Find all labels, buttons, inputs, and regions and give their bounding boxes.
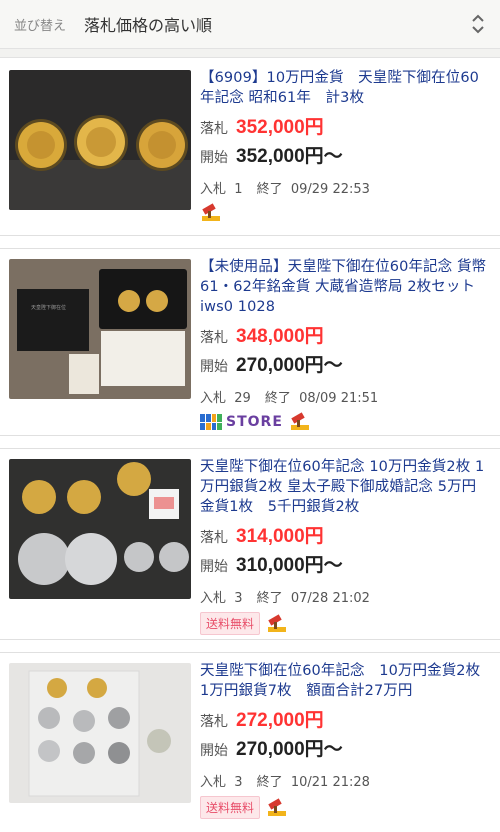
sold-label: 落札 [200,530,228,546]
end-label: 終了 [264,391,291,406]
end-label: 終了 [256,591,283,606]
result-list: 【6909】10万円金貨 天皇陛下御在位60年記念 昭和61年 計3枚 落札 35… [0,58,500,832]
end-label: 終了 [256,775,283,790]
item-thumbnail[interactable] [9,70,191,210]
start-label: 開始 [200,150,228,166]
sort-value[interactable]: 落札価格の高い順 [84,12,212,36]
start-price: 352,000円～ [236,146,343,167]
gavel-hammer-icon [202,203,220,221]
item-thumbnail[interactable] [9,663,191,803]
list-item[interactable]: 【6909】10万円金貨 天皇陛下御在位60年記念 昭和61年 計3枚 落札 35… [0,58,500,236]
sort-bar[interactable]: 並び替え 落札価格の高い順 [0,0,500,49]
store-logo-icon [200,414,222,430]
free-shipping-badge: 送料無料 [200,612,261,635]
sold-price: 348,000円 [236,326,324,347]
gavel-hammer-icon [268,797,287,816]
sold-price: 352,000円 [236,117,324,138]
start-label: 開始 [200,743,228,759]
end-time: 09/29 22:53 [290,182,370,197]
sort-toggle-icon[interactable] [470,12,486,36]
item-title-link[interactable]: 天皇陛下御在位60年記念 10万円金貨2枚 1万円銀貨7枚 額面合計27万円 [200,661,490,701]
start-price: 270,000円～ [236,355,343,376]
item-title-link[interactable]: 天皇陛下御在位60年記念 10万円金貨2枚 1万円銀貨2枚 皇太子殿下御成婚記念… [200,457,490,517]
sold-price: 272,000円 [236,710,324,731]
list-item[interactable]: 天皇陛下御在位60年記念 10万円金貨2枚 1万円銀貨2枚 皇太子殿下御成婚記念… [0,448,500,640]
end-time: 08/09 21:51 [299,391,379,406]
start-price: 310,000円～ [236,555,343,576]
bids-label: 入札 [200,591,227,606]
bids-label: 入札 [200,391,227,406]
store-badge: STORE [200,414,283,430]
sold-label: 落札 [200,714,228,730]
item-thumbnail[interactable]: 天皇陛下御在位 [9,259,191,399]
bids-count: 1 [234,182,243,197]
item-title-link[interactable]: 【未使用品】天皇陛下御在位60年記念 貨幣 61・62年銘金貨 大蔵省造幣局 2… [200,257,490,317]
start-label: 開始 [200,559,228,575]
list-item[interactable]: 天皇陛下御在位 【未使用品】天皇陛下御在位60年記念 貨幣 61・62年銘金貨 … [0,248,500,436]
bids-label: 入札 [200,775,227,790]
free-shipping-badge: 送料無料 [200,796,261,819]
list-item[interactable]: 天皇陛下御在位60年記念 10万円金貨2枚 1万円銀貨7枚 額面合計27万円 落… [0,652,500,832]
end-label: 終了 [256,182,283,197]
sold-label: 落札 [200,121,228,137]
bids-count: 29 [234,391,251,406]
bids-count: 3 [234,591,243,606]
gavel-hammer-icon [268,613,287,632]
end-time: 07/28 21:02 [290,591,370,606]
start-label: 開始 [200,359,228,375]
bids-count: 3 [234,775,243,790]
start-price: 270,000円～ [236,739,343,760]
sold-price: 314,000円 [236,526,324,547]
item-thumbnail[interactable] [9,459,191,599]
sold-label: 落札 [200,330,228,346]
gavel-hammer-icon [290,412,309,430]
svg-text:天皇陛下御在位: 天皇陛下御在位 [31,304,66,311]
bids-label: 入札 [200,182,227,197]
store-label: STORE [226,414,283,430]
sortbar-spacer [0,49,500,58]
sort-label: 並び替え [14,18,67,34]
item-title-link[interactable]: 【6909】10万円金貨 天皇陛下御在位60年記念 昭和61年 計3枚 [200,68,490,108]
end-time: 10/21 21:28 [290,775,370,790]
